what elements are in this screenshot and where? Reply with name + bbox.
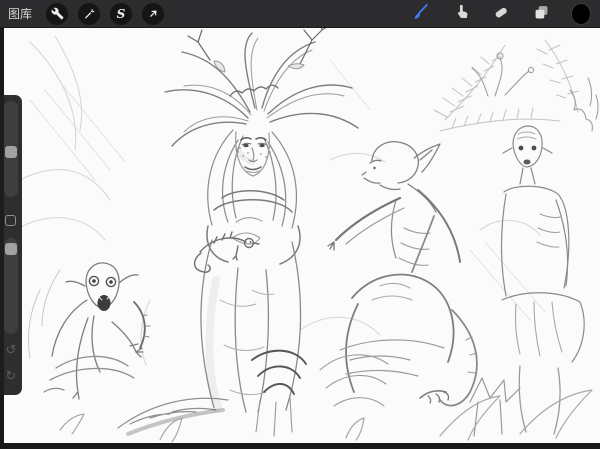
selection-button[interactable]: S (110, 3, 132, 25)
paint-button[interactable] (411, 3, 431, 25)
wrench-icon (51, 7, 64, 20)
layers-button[interactable] (531, 3, 551, 25)
toolbar-left-group: 图库 S (8, 3, 164, 25)
brush-icon (411, 2, 431, 25)
eraser-icon (492, 3, 511, 25)
artwork-sketch (4, 28, 600, 443)
color-button[interactable] (571, 3, 591, 25)
gallery-button[interactable]: 图库 (8, 5, 36, 22)
adjustments-button[interactable] (78, 3, 100, 25)
opacity-slider[interactable] (4, 238, 18, 334)
brush-size-handle[interactable] (5, 146, 17, 158)
magic-wand-icon (83, 7, 96, 20)
top-toolbar: 图库 S (0, 0, 600, 28)
redo-button[interactable]: ↻ (0, 367, 22, 387)
brush-size-slider[interactable] (4, 101, 18, 197)
arrow-cursor-icon (147, 7, 160, 20)
s-ribbon-icon: S (117, 8, 126, 20)
modify-button[interactable] (5, 215, 16, 226)
actions-button[interactable] (46, 3, 68, 25)
tool-sidebar: ↺ ↻ (0, 95, 22, 395)
transform-button[interactable] (142, 3, 164, 25)
smudge-button[interactable] (451, 3, 471, 25)
procreate-app: 图库 S (0, 0, 600, 449)
smudge-finger-icon (452, 3, 471, 25)
canvas-area[interactable] (4, 28, 600, 443)
erase-button[interactable] (491, 3, 511, 25)
opacity-handle[interactable] (5, 243, 17, 255)
color-swatch (571, 3, 591, 25)
toolbar-right-group (411, 3, 591, 25)
layers-icon (532, 3, 551, 25)
undo-button[interactable]: ↺ (0, 341, 22, 361)
